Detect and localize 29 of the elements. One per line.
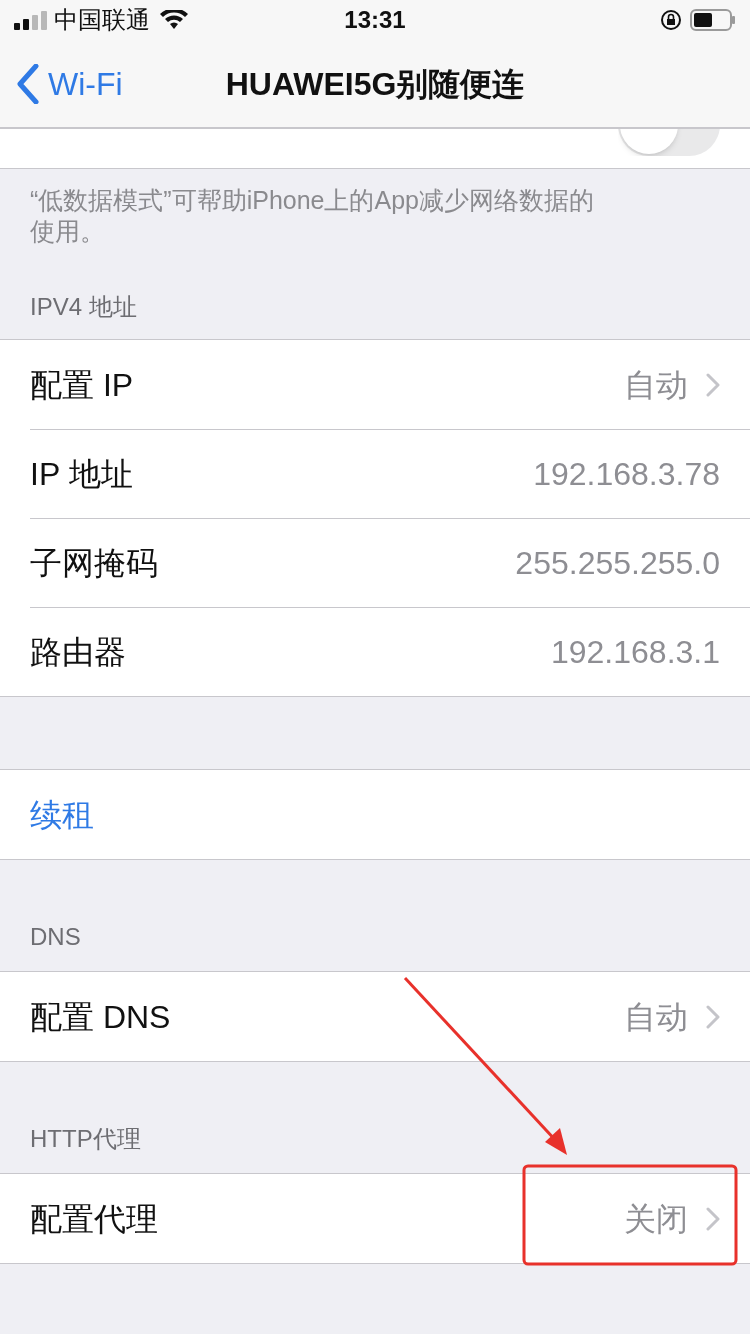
battery-icon <box>690 9 736 31</box>
page-title: HUAWEI5G别随便连 <box>225 65 525 104</box>
setting-label: 路由器 <box>30 633 126 672</box>
setting-value: 自动 <box>624 997 688 1037</box>
setting-value: 关闭 <box>624 1199 688 1239</box>
back-chevron-icon <box>16 64 40 104</box>
wifi-icon <box>160 10 188 30</box>
setting-label: 配置 IP <box>30 365 134 405</box>
section-footer-note: “低数据模式”可帮助iPhone上的App减少网络数据的使用。 <box>30 185 595 247</box>
renew-lease-link[interactable]: 续租 <box>30 790 94 839</box>
setting-value: 自动 <box>624 365 688 405</box>
section-header: DNS <box>30 922 81 952</box>
section-header: HTTP代理 <box>30 1124 141 1154</box>
setting-value: 255.255.255.0 <box>515 544 720 583</box>
chevron-icon <box>706 1206 720 1231</box>
chevron-icon <box>706 1004 720 1029</box>
section-header: IPV4 地址 <box>30 292 137 322</box>
setting-value: 192.168.3.78 <box>533 455 720 494</box>
clock-time: 13:31 <box>344 5 406 35</box>
back-button[interactable]: Wi-Fi <box>0 60 123 108</box>
rotation-lock-icon <box>660 9 682 31</box>
carrier-name: 中国联通 <box>54 5 150 35</box>
setting-label: IP 地址 <box>30 455 133 494</box>
signal-icon <box>14 10 48 30</box>
setting-label: 配置 DNS <box>30 997 171 1037</box>
chevron-icon <box>706 372 720 397</box>
setting-value: 192.168.3.1 <box>550 633 720 672</box>
setting-label: 配置代理 <box>30 1199 158 1239</box>
setting-label: 子网掩码 <box>30 544 158 583</box>
